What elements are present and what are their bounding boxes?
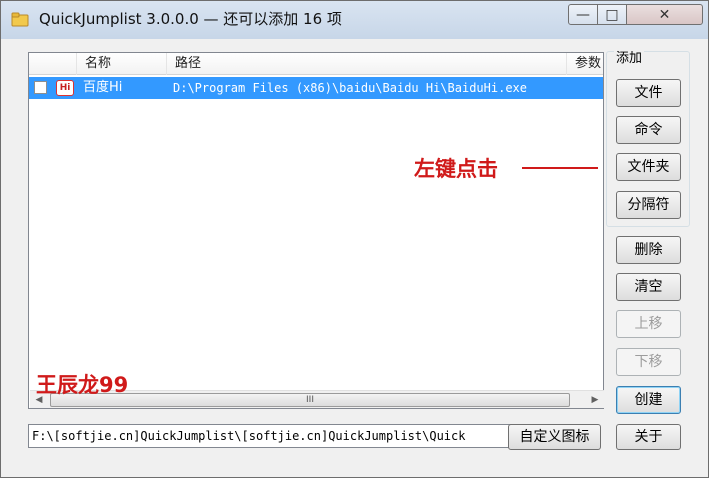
title-bar[interactable]: QuickJumplist 3.0.0.0 — 还可以添加 16 项 — □ ✕ [1,1,708,39]
window-title: QuickJumplist 3.0.0.0 — 还可以添加 16 项 [39,10,342,28]
column-name-header[interactable]: 名称 [77,53,167,75]
move-up-button[interactable]: 上移 [616,310,681,338]
column-args-header[interactable]: 参数 [567,53,603,75]
row-path: D:\Program Files (x86)\baidu\Baidu Hi\Ba… [173,81,528,95]
column-path-header[interactable]: 路径 [167,53,567,75]
annotation-pointer-line [522,167,598,169]
path-field[interactable]: F:\[softjie.cn]QuickJumplist\[softjie.cn… [28,424,513,448]
row-name: 百度Hi [83,80,123,95]
maximize-button[interactable]: □ [597,4,627,25]
left-click-annotation: 左键点击 [414,157,498,181]
move-down-button[interactable]: 下移 [616,348,681,376]
client-area: 名称 路径 参数 Hi 百度Hi D:\Program Files (x86)\… [10,39,700,469]
add-command-button[interactable]: 命令 [616,116,681,144]
create-button[interactable]: 创建 [616,386,681,414]
minimize-button[interactable]: — [568,4,598,25]
add-separator-button[interactable]: 分隔符 [616,191,681,219]
caption-buttons: — □ ✕ [568,4,703,26]
custom-icon-button[interactable]: 自定义图标 [508,424,601,450]
close-window-button[interactable]: ✕ [626,4,703,25]
add-file-button[interactable]: 文件 [616,79,681,107]
scroll-right-arrow-icon[interactable]: ▶ [586,391,604,409]
header-blank [29,53,77,75]
jumplist-listview[interactable]: 名称 路径 参数 Hi 百度Hi D:\Program Files (x86)\… [28,52,604,409]
main-window: QuickJumplist 3.0.0.0 — 还可以添加 16 项 — □ ✕… [0,0,709,478]
about-button[interactable]: 关于 [616,424,681,450]
add-group-label: 添加 [614,51,645,67]
list-header: 名称 路径 参数 [29,53,603,75]
baidu-hi-icon: Hi [56,80,74,96]
author-watermark: 王辰龙99 [36,373,129,397]
table-row[interactable]: Hi 百度Hi D:\Program Files (x86)\baidu\Bai… [29,77,603,99]
clear-button[interactable]: 清空 [616,273,681,301]
app-folder-icon [11,12,29,27]
row-checkbox[interactable] [34,81,47,94]
add-folder-button[interactable]: 文件夹 [616,153,681,181]
delete-button[interactable]: 删除 [616,236,681,264]
